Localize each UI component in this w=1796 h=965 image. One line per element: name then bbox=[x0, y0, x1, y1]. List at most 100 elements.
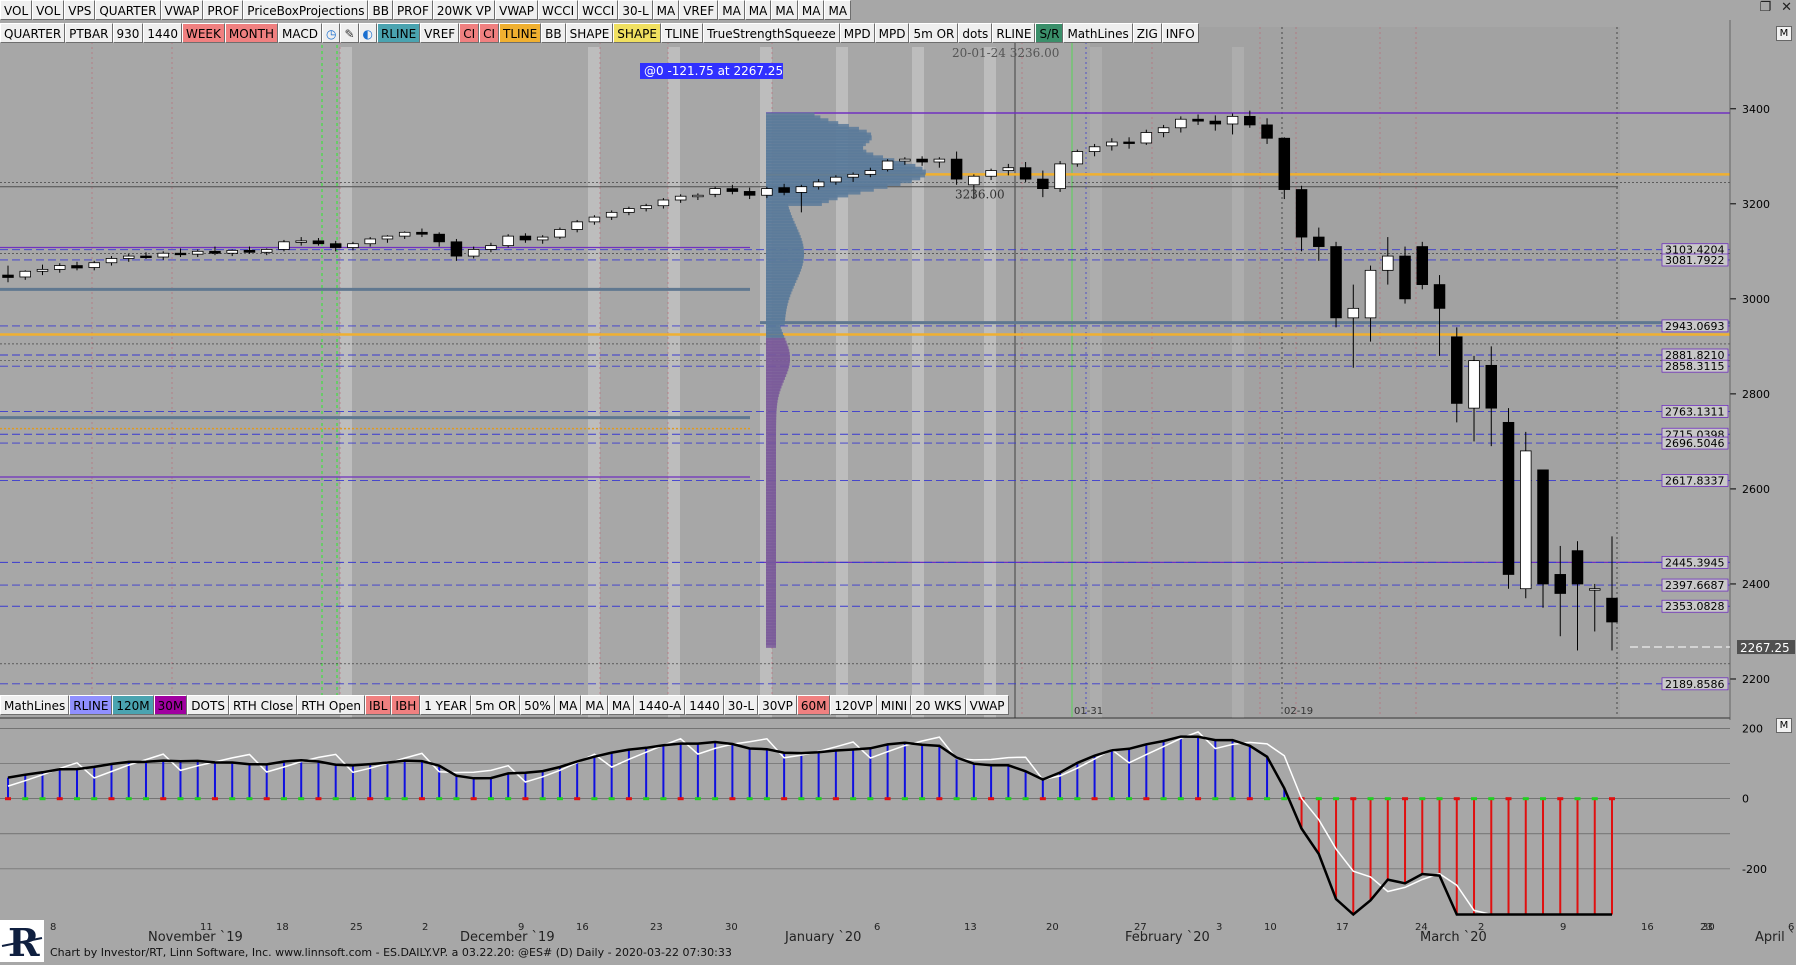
toolbar_top-priceboxprojections-button[interactable]: PriceBoxProjections bbox=[243, 0, 369, 20]
toolbar_bottom-30m-button[interactable]: 30M bbox=[153, 695, 188, 715]
candle-body bbox=[1192, 118, 1204, 122]
restore-icon[interactable]: ❐ bbox=[1759, 0, 1771, 18]
toolbar_bottom-1-year-button[interactable]: 1 YEAR bbox=[420, 695, 472, 715]
toolbar_second-quarter-button[interactable]: QUARTER bbox=[0, 23, 66, 43]
candle[interactable] bbox=[1071, 149, 1084, 167]
price-chart[interactable]: 2000-200 2200240026002800300032003400226… bbox=[0, 0, 1796, 962]
toolbar_second-5m-or-button[interactable]: 5m OR bbox=[909, 23, 959, 43]
toolbar_top-ma-button[interactable]: MA bbox=[652, 0, 680, 20]
toolbar_bottom-mathlines-button[interactable]: MathLines bbox=[0, 695, 70, 715]
toolbar_top-ma-button[interactable]: MA bbox=[718, 0, 745, 20]
toolbar_second-macd-button[interactable]: MACD bbox=[278, 23, 322, 43]
toolbar_top-ma-button[interactable]: MA bbox=[824, 0, 852, 20]
toolbar_second-tline-button[interactable]: TLINE bbox=[660, 23, 704, 43]
toolbar_second-mathlines-button[interactable]: MathLines bbox=[1063, 23, 1133, 43]
toolbar_top-bb-button[interactable]: BB bbox=[368, 0, 393, 20]
toolbar_bottom-ma-button[interactable]: MA bbox=[581, 695, 608, 715]
toolbar_second-mpd-button[interactable]: MPD bbox=[839, 23, 875, 43]
toolbar_second-ptbar-button[interactable]: PTBAR bbox=[65, 23, 113, 43]
candle[interactable] bbox=[502, 234, 514, 248]
toolbar_bottom-60m-button[interactable]: 60M bbox=[796, 695, 831, 715]
candle[interactable] bbox=[1416, 241, 1429, 290]
toolbar_bottom-ma-button[interactable]: MA bbox=[607, 695, 635, 715]
toolbar_second-info-button[interactable]: INFO bbox=[1161, 23, 1199, 43]
candle[interactable] bbox=[1330, 241, 1342, 328]
toolbar_second-mpd-button[interactable]: MPD bbox=[874, 23, 910, 43]
candle[interactable] bbox=[278, 239, 290, 252]
toolbar_second-bb-button[interactable]: BB bbox=[541, 23, 566, 43]
candle-body bbox=[1347, 307, 1360, 319]
toolbar_bottom-rline-button[interactable]: RLINE bbox=[69, 695, 113, 715]
toolbar_bottom-5m-or-button[interactable]: 5m OR bbox=[471, 695, 521, 715]
toolbar_second-truestrengthsqueeze-button[interactable]: TrueStrengthSqueeze bbox=[703, 23, 840, 43]
candle-body bbox=[1054, 163, 1066, 190]
candle-body bbox=[433, 233, 445, 243]
toolbar_bottom-30-l-button[interactable]: 30-L bbox=[723, 695, 759, 715]
maximize-pane-button[interactable]: M bbox=[1776, 26, 1792, 41]
toolbar_top-quarter-button[interactable]: QUARTER bbox=[95, 0, 161, 20]
candle-body bbox=[485, 245, 497, 250]
toolbar_second-ci-button[interactable]: CI bbox=[479, 23, 500, 43]
toolbar_top-vol-button[interactable]: VOL bbox=[0, 0, 33, 20]
close-icon[interactable]: ✕ bbox=[1781, 0, 1792, 18]
toolbar_top-ma-button[interactable]: MA bbox=[771, 0, 798, 20]
toolbar_second-s-r-button[interactable]: S/R bbox=[1035, 23, 1064, 43]
toolbar_bottom-50--button[interactable]: 50% bbox=[520, 695, 555, 715]
toolbar_top-vwap-button[interactable]: VWAP bbox=[160, 0, 204, 20]
candle[interactable] bbox=[1502, 408, 1515, 589]
toolbar_bottom-mini-button[interactable]: MINI bbox=[876, 695, 912, 715]
toolbar_bottom-ibh-button[interactable]: IBH bbox=[391, 695, 421, 715]
toolbar_top-wcci-button[interactable]: WCCI bbox=[578, 0, 619, 20]
toolbar_bottom-20-wks-button[interactable]: 20 WKS bbox=[911, 695, 966, 715]
toolbar_second-month-button[interactable]: MONTH bbox=[224, 23, 279, 43]
clock-button[interactable]: ◷ bbox=[322, 23, 341, 43]
candle[interactable] bbox=[554, 227, 566, 239]
toolbar_top-ma-button[interactable]: MA bbox=[744, 0, 772, 20]
toolbar_bottom-1440-a-button[interactable]: 1440-A bbox=[634, 695, 686, 715]
toolbar_top-prof-button[interactable]: PROF bbox=[203, 0, 244, 20]
candle[interactable] bbox=[1520, 431, 1532, 599]
toolbar_top-prof-button[interactable]: PROF bbox=[392, 0, 433, 20]
toolbar_second-ci-button[interactable]: CI bbox=[459, 23, 480, 43]
toolbar_top-vps-button[interactable]: VPS bbox=[64, 0, 96, 20]
app-logo: R bbox=[0, 920, 44, 965]
toolbar_top-vol-button[interactable]: VOL bbox=[32, 0, 65, 20]
toolbar_bottom-120vp-button[interactable]: 120VP bbox=[830, 695, 877, 715]
toolbar_top-wcci-button[interactable]: WCCI bbox=[538, 0, 579, 20]
toolbar_second-shape-button[interactable]: SHAPE bbox=[613, 23, 661, 43]
toolbar_bottom-ibl-button[interactable]: IBL bbox=[364, 695, 392, 715]
candle[interactable] bbox=[1054, 161, 1066, 192]
toolbar_second-vref-button[interactable]: VREF bbox=[420, 23, 460, 43]
pencil-button[interactable]: ✎ bbox=[340, 23, 359, 43]
candle-body bbox=[571, 221, 583, 230]
toolbar_second-dots-button[interactable]: dots bbox=[958, 23, 993, 43]
candle[interactable] bbox=[1278, 137, 1291, 200]
toolbar_bottom-1440-button[interactable]: 1440 bbox=[685, 695, 724, 715]
toolbar_bottom-rth-open-button[interactable]: RTH Open bbox=[297, 695, 365, 715]
toolbar_top-30-l-button[interactable]: 30-L bbox=[618, 0, 653, 20]
toolbar_second-1440-button[interactable]: 1440 bbox=[143, 23, 182, 43]
toolbar_bottom-rth-close-button[interactable]: RTH Close bbox=[228, 695, 298, 715]
toolbar_second-rline-button[interactable]: RLINE bbox=[377, 23, 421, 43]
level-label: 2617.8337 bbox=[1661, 474, 1729, 487]
toolbar-bottom: MathLines RLINE 120M 30M DOTS RTH Close RTH Op… bbox=[0, 695, 1009, 715]
toolbar_top-vwap-button[interactable]: VWAP bbox=[495, 0, 538, 20]
toolbar_bottom-30vp-button[interactable]: 30VP bbox=[758, 695, 797, 715]
toolbar_top-20wk-vp-button[interactable]: 20WK VP bbox=[432, 0, 496, 20]
toolbar_second-zig-button[interactable]: ZIG bbox=[1132, 23, 1162, 43]
toolbar_second-930-button[interactable]: 930 bbox=[112, 23, 144, 43]
toolbar_bottom-vwap-button[interactable]: VWAP bbox=[965, 695, 1009, 715]
toolbar_bottom-dots-button[interactable]: DOTS bbox=[187, 695, 229, 715]
toolbar_second-rline-button[interactable]: RLINE bbox=[992, 23, 1036, 43]
candle[interactable] bbox=[881, 159, 894, 172]
toolbar_second-tline-button[interactable]: TLINE bbox=[499, 23, 542, 43]
toolbar_bottom-ma-button[interactable]: MA bbox=[554, 695, 582, 715]
maximize-macd-pane-button[interactable]: M bbox=[1776, 718, 1792, 733]
toolbar_top-ma-button[interactable]: MA bbox=[797, 0, 825, 20]
toolbar_bottom-120m-button[interactable]: 120M bbox=[112, 695, 154, 715]
toolbar_top-vref-button[interactable]: VREF bbox=[679, 0, 719, 20]
toolbar_second-shape-button[interactable]: SHAPE bbox=[565, 23, 614, 43]
toolbar_second-week-button[interactable]: WEEK bbox=[181, 23, 225, 43]
drop-button[interactable]: ◐ bbox=[358, 23, 378, 43]
x-tick-label: 16 bbox=[576, 922, 589, 933]
